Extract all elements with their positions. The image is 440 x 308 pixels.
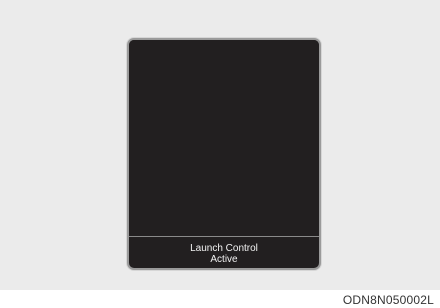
cluster-display: Launch Control Active [127, 38, 321, 270]
message-line-1: Launch Control [190, 242, 258, 254]
figure-code: ODN8N050002L [342, 293, 434, 307]
display-blank-area [129, 40, 319, 236]
message-line-2: Active [210, 253, 238, 265]
status-message: Launch Control Active [129, 237, 319, 268]
